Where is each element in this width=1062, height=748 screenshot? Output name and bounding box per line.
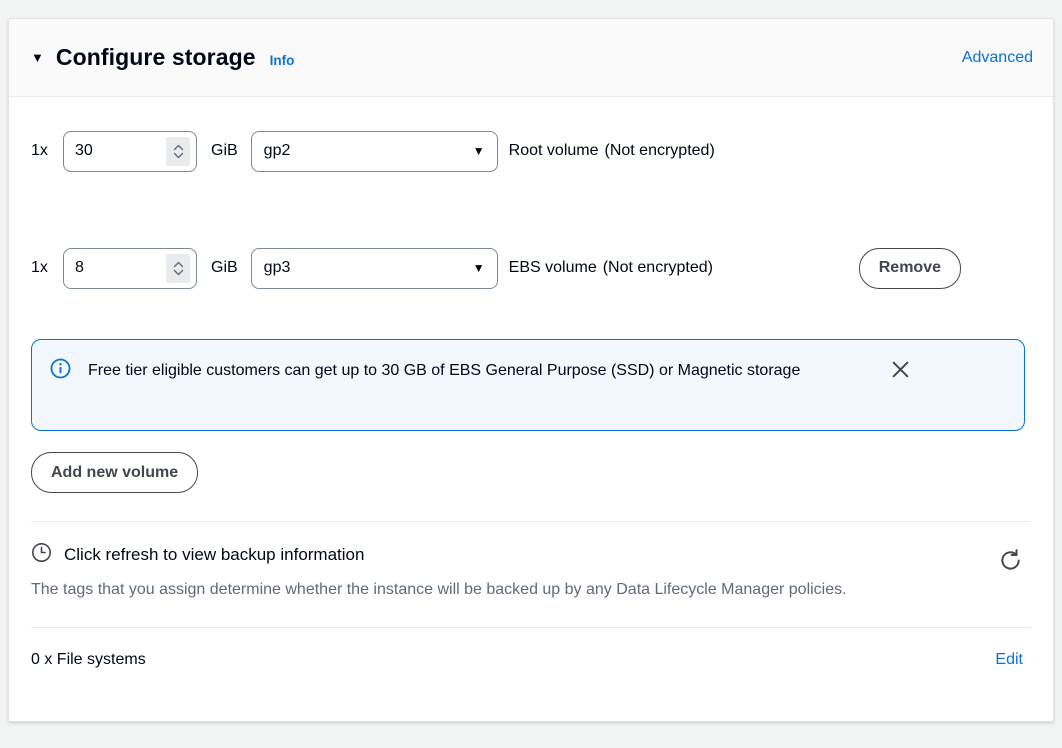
volume-size-input-wrapper — [63, 247, 197, 289]
volume-multiplier: 1x — [31, 142, 48, 159]
volume-type-select[interactable]: gp3 ▼ — [250, 247, 498, 289]
volume-size-stepper[interactable] — [166, 253, 190, 283]
refresh-icon — [998, 549, 1023, 576]
volume-type-value: gp2 — [263, 142, 291, 159]
volume-encryption-label: (Not encrypted) — [604, 142, 715, 159]
volume-size-stepper[interactable] — [166, 136, 190, 166]
page-title: Configure storage — [55, 44, 256, 70]
close-icon[interactable] — [890, 359, 911, 385]
free-tier-alert: Free tier eligible customers can get up … — [31, 339, 1025, 431]
chevron-down-icon: ▼ — [472, 144, 485, 158]
volume-type-select[interactable]: gp2 ▼ — [250, 130, 498, 172]
volume-size-input-wrapper — [63, 130, 197, 172]
configure-storage-panel: ▼ Configure storage Info Advanced 1x GiB — [8, 18, 1054, 722]
remove-volume-button[interactable]: Remove — [858, 247, 961, 289]
add-new-volume-button[interactable]: Add new volume — [31, 452, 199, 493]
volume-encryption-label: (Not encrypted) — [602, 259, 713, 276]
panel-body: 1x GiB gp2 ▼ Root volume (Not encrypted) — [9, 125, 1053, 669]
refresh-button[interactable] — [998, 548, 1023, 576]
volume-multiplier: 1x — [31, 259, 48, 276]
info-circle-icon — [50, 358, 71, 384]
volume-role-label: Root volume — [508, 142, 599, 159]
clock-icon — [31, 542, 52, 568]
edit-file-systems-link[interactable]: Edit — [995, 651, 1023, 669]
file-systems-row: 0 x File systems Edit — [31, 628, 1031, 669]
stepper-chevrons-icon — [173, 261, 183, 275]
collapse-caret-icon[interactable]: ▼ — [31, 51, 44, 64]
backup-text-group: Click refresh to view backup information… — [31, 542, 998, 605]
backup-description: The tags that you assign determine wheth… — [31, 581, 847, 598]
backup-title: Click refresh to view backup information — [64, 545, 365, 564]
alert-message: Free tier eligible customers can get up … — [88, 362, 801, 379]
volume-description: Root volume (Not encrypted) — [509, 142, 715, 160]
stepper-chevrons-icon — [173, 144, 183, 158]
header-left-group: ▼ Configure storage Info — [31, 44, 962, 71]
advanced-link[interactable]: Advanced — [962, 49, 1033, 67]
info-link[interactable]: Info — [270, 53, 295, 68]
volume-role-label: EBS volume — [508, 259, 597, 276]
backup-title-row: Click refresh to view backup information — [31, 542, 998, 568]
volume-row: 1x GiB gp2 ▼ Root volume (Not encrypted) — [31, 125, 1031, 177]
backup-information-section: Click refresh to view backup information… — [31, 522, 1031, 605]
panel-header: ▼ Configure storage Info Advanced — [9, 19, 1053, 97]
volume-type-value: gp3 — [263, 259, 291, 276]
volume-row: 1x GiB gp3 ▼ EBS volume (Not encrypted) R… — [31, 242, 1031, 294]
file-systems-label: 0 x File systems — [31, 651, 146, 668]
volume-size-unit: GiB — [211, 142, 238, 159]
chevron-down-icon: ▼ — [472, 261, 485, 275]
volume-size-unit: GiB — [211, 259, 238, 276]
volume-description: EBS volume (Not encrypted) — [509, 259, 713, 277]
